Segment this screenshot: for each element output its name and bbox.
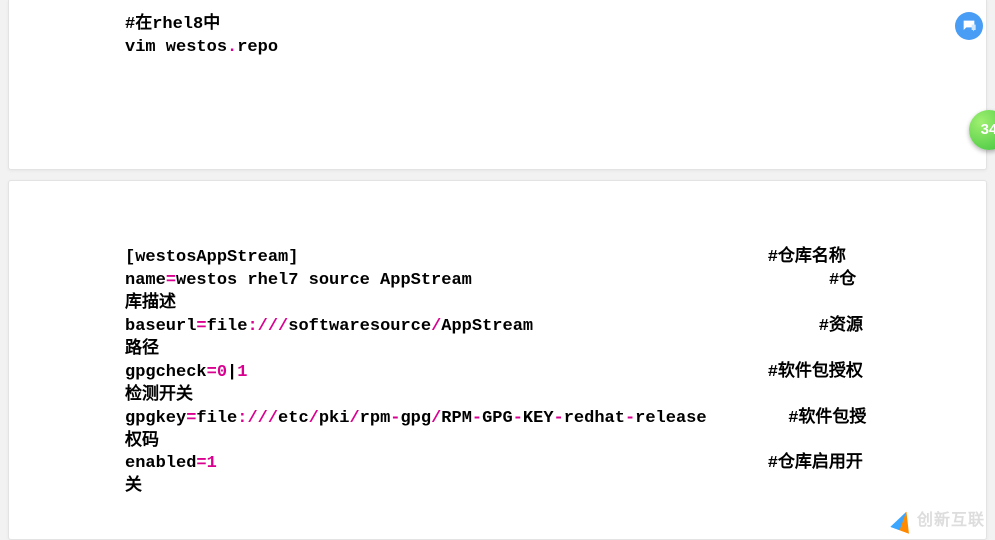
pipe: |: [227, 363, 237, 382]
val: AppStream: [441, 317, 533, 336]
logo-text: 创新互联: [917, 510, 985, 532]
colon: :: [237, 409, 247, 428]
comment: #仓库名称: [768, 248, 846, 267]
slash: /: [278, 317, 288, 336]
pad: [298, 248, 767, 267]
pad: [217, 454, 768, 473]
slash: /: [309, 409, 319, 428]
slash: /: [431, 409, 441, 428]
pad: [707, 409, 789, 428]
slash: /: [258, 317, 268, 336]
eq: =: [196, 454, 206, 473]
val: GPG: [482, 409, 513, 428]
colon: :: [247, 317, 257, 336]
code-text-bottom: [westosAppStream] #仓库名称 name=westos rhel…: [125, 247, 871, 499]
key: name: [125, 271, 166, 290]
val: 1: [237, 363, 247, 382]
pad: [472, 271, 829, 290]
val: rpm: [360, 409, 391, 428]
val: 1: [207, 454, 217, 473]
dash: -: [513, 409, 523, 428]
val: release: [635, 409, 706, 428]
val: file: [196, 409, 237, 428]
slash: /: [349, 409, 359, 428]
dash: -: [625, 409, 635, 428]
val: gpg: [400, 409, 431, 428]
dot: .: [227, 38, 237, 57]
chat-icon[interactable]: [955, 12, 983, 40]
key: gpgkey: [125, 409, 186, 428]
code-block-bottom: [westosAppStream] #仓库名称 name=westos rhel…: [8, 180, 987, 540]
eq: =: [166, 271, 176, 290]
section-header: [westosAppStream]: [125, 248, 298, 267]
eq: =: [196, 317, 206, 336]
val: pki: [319, 409, 350, 428]
key: enabled: [125, 454, 196, 473]
pad: [533, 317, 819, 336]
eq: =: [207, 363, 217, 382]
slash: /: [247, 409, 257, 428]
dash: -: [472, 409, 482, 428]
val: redhat: [564, 409, 625, 428]
code-text-top: #在rhel8中 vim westos.repo: [125, 14, 871, 60]
slash: /: [258, 409, 268, 428]
val: etc: [278, 409, 309, 428]
slash: /: [431, 317, 441, 336]
key: baseurl: [125, 317, 196, 336]
key: gpgcheck: [125, 363, 207, 382]
val: westos rhel7 source AppStream: [176, 271, 472, 290]
dash: -: [390, 409, 400, 428]
eq: =: [186, 409, 196, 428]
val: 0: [217, 363, 227, 382]
logo-mark-icon: [893, 511, 913, 531]
val: RPM: [441, 409, 472, 428]
side-score-text: 34: [981, 120, 995, 140]
val: softwaresource: [288, 317, 431, 336]
val: KEY: [523, 409, 554, 428]
dash: -: [554, 409, 564, 428]
pad: [247, 363, 767, 382]
txt: vim westos: [125, 38, 227, 57]
slash: /: [268, 409, 278, 428]
slash: /: [268, 317, 278, 336]
comment-rhel8: #在rhel8中: [125, 15, 220, 34]
footer-logo: 创新互联: [893, 510, 985, 532]
txt: repo: [237, 38, 278, 57]
code-block-top: #在rhel8中 vim westos.repo: [8, 0, 987, 170]
val: file: [207, 317, 248, 336]
